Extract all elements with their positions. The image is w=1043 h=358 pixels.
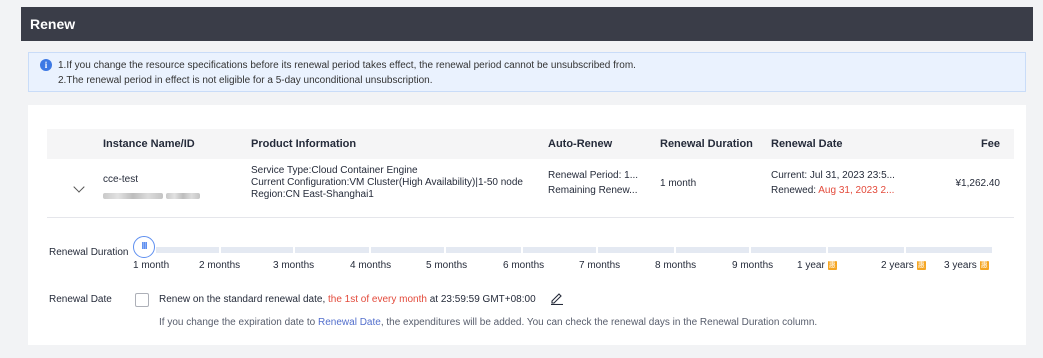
product-service-type: Service Type:Cloud Container Engine bbox=[251, 165, 418, 176]
tick-4-months[interactable]: 4 months bbox=[350, 260, 391, 271]
renewal-date-label: Renewal Date bbox=[49, 294, 112, 305]
slider-segment[interactable] bbox=[751, 247, 826, 253]
edit-icon[interactable] bbox=[550, 291, 564, 305]
auto-renew-remaining: Remaining Renew... bbox=[548, 185, 638, 196]
slider-segment[interactable] bbox=[371, 247, 444, 253]
hint-text-after: , the expenditures will be added. You ca… bbox=[380, 317, 818, 328]
tick-9-months[interactable]: 9 months bbox=[732, 260, 773, 271]
table-row: cce-test Service Type:Cloud Container En… bbox=[47, 159, 1014, 218]
renewal-day-highlight: the 1st of every month bbox=[328, 294, 427, 305]
col-auto-renew: Auto-Renew bbox=[548, 138, 613, 150]
tick-6-months[interactable]: 6 months bbox=[503, 260, 544, 271]
row-renewal-duration: 1 month bbox=[660, 178, 697, 189]
info-icon: i bbox=[40, 59, 52, 71]
col-renewal-date: Renewal Date bbox=[771, 138, 843, 150]
slider-segment[interactable] bbox=[221, 247, 293, 253]
slider-segment[interactable] bbox=[906, 247, 992, 253]
notice-line-1: 1.If you change the resource specificati… bbox=[58, 60, 636, 71]
auto-renew-period: Renewal Period: 1... bbox=[548, 170, 639, 181]
tick-1-month[interactable]: 1 month bbox=[133, 260, 169, 271]
table-header: Instance Name/ID Product Information Aut… bbox=[47, 129, 1014, 159]
chevron-down-icon[interactable] bbox=[73, 181, 85, 193]
tick-1-year-label: 1 year bbox=[797, 260, 825, 271]
notice-box: i 1.If you change the resource specifica… bbox=[28, 52, 1026, 92]
tick-2-years[interactable]: 2 years 惠 bbox=[881, 260, 926, 271]
col-product-info: Product Information bbox=[251, 138, 357, 150]
renewal-date-link[interactable]: Renewal Date bbox=[318, 317, 381, 328]
instance-id-redacted bbox=[103, 191, 200, 203]
standard-renewal-date-text: Renew on the standard renewal date, the … bbox=[159, 294, 536, 305]
tick-2-years-label: 2 years bbox=[881, 260, 914, 271]
notice-line-2: 2.The renewal period in effect is not el… bbox=[58, 75, 433, 86]
renewal-date-renewed: Renewed: Aug 31, 2023 2... bbox=[771, 185, 894, 197]
tick-3-years[interactable]: 3 years 惠 bbox=[944, 260, 989, 271]
tick-8-months[interactable]: 8 months bbox=[655, 260, 696, 271]
col-renewal-duration: Renewal Duration bbox=[660, 138, 753, 150]
discount-badge-icon: 惠 bbox=[979, 260, 989, 270]
duration-slider-handle[interactable]: III bbox=[133, 236, 155, 258]
slider-segment[interactable] bbox=[828, 247, 904, 253]
renewed-date-value: Aug 31, 2023 2... bbox=[818, 185, 895, 196]
col-instance-name: Instance Name/ID bbox=[103, 138, 195, 150]
slider-segment[interactable] bbox=[598, 247, 674, 253]
hint-text-before: If you change the expiration date to bbox=[159, 317, 318, 328]
row-fee: ¥1,262.40 bbox=[955, 178, 1001, 189]
renewed-label: Renewed: bbox=[771, 185, 819, 196]
renewal-duration-label: Renewal Duration bbox=[49, 247, 129, 258]
tick-3-years-label: 3 years bbox=[944, 260, 977, 271]
col-fee: Fee bbox=[981, 138, 1000, 150]
instance-name: cce-test bbox=[103, 174, 139, 185]
renew-panel: Instance Name/ID Product Information Aut… bbox=[28, 105, 1026, 345]
tick-7-months[interactable]: 7 months bbox=[579, 260, 620, 271]
slider-segment[interactable] bbox=[446, 247, 521, 253]
product-configuration: Current Configuration:VM Cluster(High Av… bbox=[251, 177, 523, 188]
slider-segment[interactable] bbox=[156, 247, 219, 253]
discount-badge-icon: 惠 bbox=[827, 260, 837, 270]
slider-segment[interactable] bbox=[295, 247, 369, 253]
dialog-title: Renew bbox=[30, 16, 76, 32]
slider-segment[interactable] bbox=[676, 247, 749, 253]
tick-2-months[interactable]: 2 months bbox=[199, 260, 240, 271]
tick-3-months[interactable]: 3 months bbox=[273, 260, 314, 271]
slider-segment[interactable] bbox=[523, 247, 596, 253]
renewal-date-current: Current: Jul 31, 2023 23:5... bbox=[771, 170, 895, 181]
renewal-text-before: Renew on the standard renewal date, bbox=[159, 294, 328, 305]
product-region: Region:CN East-Shanghai1 bbox=[251, 189, 374, 200]
standard-renewal-date-checkbox[interactable] bbox=[135, 293, 149, 307]
renewal-text-after: at 23:59:59 GMT+08:00 bbox=[426, 294, 536, 305]
tick-5-months[interactable]: 5 months bbox=[426, 260, 467, 271]
discount-badge-icon: 惠 bbox=[916, 260, 926, 270]
dialog-header: Renew bbox=[21, 7, 1033, 41]
renewal-date-hint: If you change the expiration date to Ren… bbox=[159, 317, 817, 328]
duration-slider-track[interactable] bbox=[156, 247, 992, 253]
tick-1-year[interactable]: 1 year 惠 bbox=[797, 260, 837, 271]
